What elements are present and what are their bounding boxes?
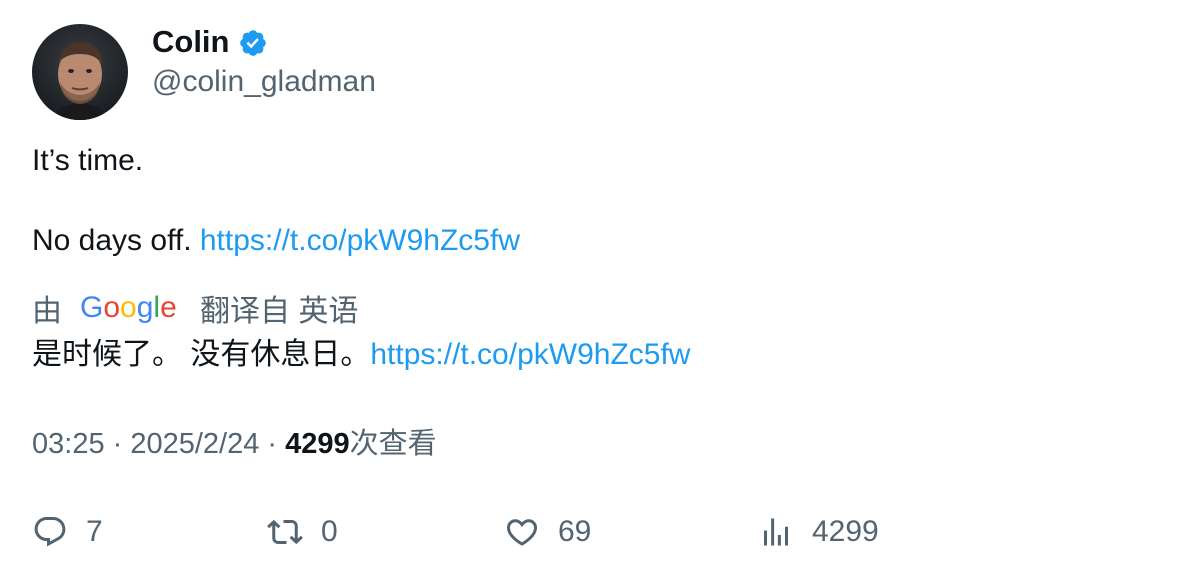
tweet-card: Colin @colin_gladman It’s time. No days …: [0, 0, 1196, 578]
retweet-icon: [267, 519, 303, 545]
author-display-name[interactable]: Colin: [152, 22, 268, 62]
translated-text: 是时候了。 没有休息日。https://t.co/pkW9hZc5fw: [32, 335, 690, 375]
analytics-icon: [764, 518, 788, 546]
verified-badge-icon: [239, 30, 266, 56]
reply-button[interactable]: 7: [32, 510, 103, 554]
tweet-text-line-1: It’s time.: [32, 144, 144, 177]
like-count: 69: [558, 515, 592, 548]
tweet-link[interactable]: https://t.co/pkW9hZc5fw: [200, 224, 520, 257]
translated-by-label: 由: [32, 295, 62, 328]
action-bar: 7 0 69 4299: [32, 510, 1172, 554]
author-name-text[interactable]: Colin: [152, 22, 230, 62]
avatar-portrait: [52, 42, 108, 120]
avatar[interactable]: [32, 24, 128, 120]
like-button[interactable]: 69: [504, 510, 591, 554]
views-label: 次查看: [349, 428, 437, 460]
svg-text:Google: Google: [80, 291, 177, 324]
translated-text-body: 是时候了。 没有休息日。: [32, 338, 371, 371]
reply-count: 7: [86, 515, 103, 548]
views-action-count: 4299: [812, 515, 879, 548]
heart-icon: [506, 519, 538, 546]
views-button[interactable]: 4299: [758, 510, 879, 554]
views-count: 4299: [285, 428, 350, 460]
google-logo-icon: Google: [80, 291, 177, 324]
translated-from-label: 翻译自 英语: [200, 295, 359, 328]
retweet-count: 0: [321, 515, 338, 548]
meta-separator: ·: [259, 428, 286, 460]
tweet-date[interactable]: 2025/2/24: [130, 428, 259, 460]
author-handle[interactable]: @colin_gladman: [152, 62, 376, 102]
translated-link[interactable]: https://t.co/pkW9hZc5fw: [370, 338, 690, 371]
tweet-time[interactable]: 03:25: [32, 428, 105, 460]
tweet-meta: 03:25 · 2025/2/24 · 4299次查看: [32, 424, 437, 464]
retweet-button[interactable]: 0: [267, 510, 338, 554]
meta-separator: ·: [104, 428, 131, 460]
translation-attribution: 由 Google 翻译自 英语: [32, 288, 358, 328]
tweet-text-body: No days off.: [32, 224, 200, 257]
reply-icon: [34, 517, 66, 547]
tweet-text-line-2: No days off. https://t.co/pkW9hZc5fw: [32, 221, 520, 261]
